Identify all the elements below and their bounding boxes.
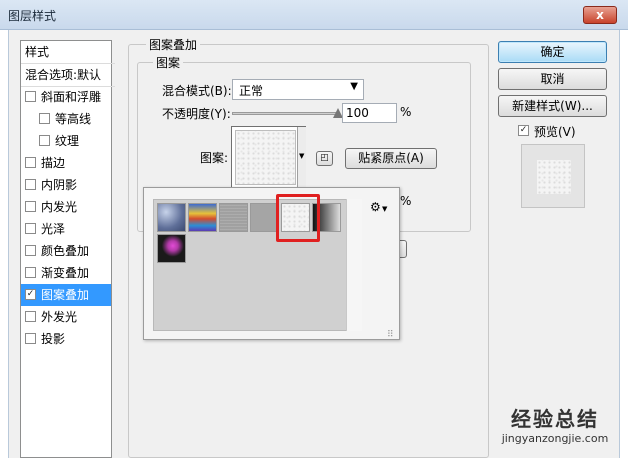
cancel-button[interactable]: 取消 (498, 68, 607, 90)
watermark-main: 经验总结 (511, 407, 599, 431)
style-item[interactable]: 描边 (21, 152, 111, 174)
pattern-swatch-bubbles[interactable] (157, 203, 186, 232)
new-style-button[interactable]: 新建样式(W)... (498, 95, 607, 117)
style-item[interactable]: 投影 (21, 328, 111, 350)
style-item-checkbox[interactable] (25, 91, 36, 102)
scale-percent: % (400, 194, 412, 208)
blend-mode-value: 正常 (239, 84, 264, 98)
style-item-checkbox[interactable] (25, 157, 36, 168)
blend-options-item[interactable]: 混合选项:默认 (21, 63, 115, 87)
style-item[interactable]: 渐变叠加 (21, 262, 111, 284)
style-item-checkbox[interactable]: ✓ (25, 289, 36, 300)
style-item[interactable]: 光泽 (21, 218, 111, 240)
group-title: 图案叠加 (146, 36, 201, 53)
pattern-swatch-gray-texture[interactable] (219, 203, 248, 232)
style-item-checkbox[interactable] (25, 201, 36, 212)
resize-grip-icon[interactable]: ⠿ (387, 330, 394, 340)
style-item-label: 斜面和浮雕 (41, 90, 102, 104)
chevron-down-icon: ▼ (299, 152, 305, 160)
pattern-swatch-tie-dye[interactable] (188, 203, 217, 232)
chevron-down-icon: ▼ (382, 205, 388, 213)
blend-mode-label: 混合模式(B): (162, 84, 232, 98)
style-item-checkbox[interactable] (25, 223, 36, 234)
opacity-input[interactable]: 100 (342, 103, 397, 123)
opacity-slider-track[interactable] (232, 112, 338, 115)
swatch-scrollbar[interactable] (346, 199, 362, 331)
style-item-label: 纹理 (55, 134, 80, 148)
watermark: 经验总结 jingyanzongjie.com (489, 403, 621, 445)
snap-to-origin-button[interactable]: 贴紧原点(A) (345, 148, 437, 169)
style-item[interactable]: ✓ 图案叠加 (21, 284, 111, 306)
style-item-label: 渐变叠加 (41, 266, 90, 280)
style-item-checkbox[interactable] (25, 245, 36, 256)
style-item-checkbox[interactable] (39, 135, 50, 146)
preview-checkbox[interactable]: ✓ (518, 125, 529, 136)
style-item[interactable]: 纹理 (21, 130, 111, 152)
style-item-checkbox[interactable] (39, 113, 50, 124)
gear-icon[interactable]: ⚙ (370, 200, 381, 214)
style-item[interactable]: 斜面和浮雕 (21, 86, 111, 108)
pattern-swatch-area (153, 199, 362, 331)
style-list-header: 样式 (25, 45, 50, 59)
style-item-checkbox[interactable] (25, 311, 36, 322)
window-title: 图层样式 (8, 9, 57, 23)
style-item-label: 描边 (41, 156, 66, 170)
style-item-checkbox[interactable] (25, 333, 36, 344)
style-item-label: 颜色叠加 (41, 244, 90, 258)
blend-mode-select[interactable]: 正常 ▼ (232, 79, 364, 100)
style-list: 样式 混合选项:默认 斜面和浮雕等高线纹理描边内阴影内发光光泽颜色叠加渐变叠加 ✓… (20, 40, 115, 458)
pattern-preview (235, 130, 296, 185)
style-item-label: 外发光 (41, 310, 78, 324)
pattern-swatch-gray[interactable] (250, 203, 279, 232)
opacity-percent: % (400, 105, 412, 119)
pattern-picker[interactable]: ▼ (231, 126, 306, 189)
style-item-label: 光泽 (41, 222, 66, 236)
selection-highlight (276, 194, 320, 242)
style-item-checkbox[interactable] (25, 179, 36, 190)
subgroup-title: 图案 (153, 54, 184, 71)
style-item[interactable]: 等高线 (21, 108, 111, 130)
style-item[interactable]: 内发光 (21, 196, 111, 218)
pattern-swatch-flower[interactable] (157, 234, 186, 263)
style-item-checkbox[interactable] (25, 267, 36, 278)
style-item-label: 投影 (41, 332, 66, 346)
title-bar (0, 0, 628, 30)
chevron-down-icon: ▼ (350, 81, 358, 92)
ok-button[interactable]: 确定 (498, 41, 607, 63)
style-item-label: 内发光 (41, 200, 78, 214)
style-item[interactable]: 颜色叠加 (21, 240, 111, 262)
style-item[interactable]: 外发光 (21, 306, 111, 328)
style-item[interactable]: 内阴影 (21, 174, 111, 196)
pattern-dropdown-arrow[interactable]: ▼ (297, 127, 306, 188)
new-preset-icon[interactable]: ◰ (316, 151, 333, 166)
style-item-label: 等高线 (55, 112, 92, 126)
pattern-label: 图案: (200, 151, 229, 165)
watermark-url: jingyanzongjie.com (501, 432, 609, 445)
style-preview-swatch (537, 160, 571, 194)
preview-label: 预览(V) (534, 125, 576, 139)
close-button[interactable]: x (583, 6, 617, 24)
style-item-label: 图案叠加 (41, 288, 90, 302)
style-item-label: 内阴影 (41, 178, 78, 192)
opacity-label: 不透明度(Y): (162, 107, 231, 121)
style-preview (521, 144, 585, 208)
